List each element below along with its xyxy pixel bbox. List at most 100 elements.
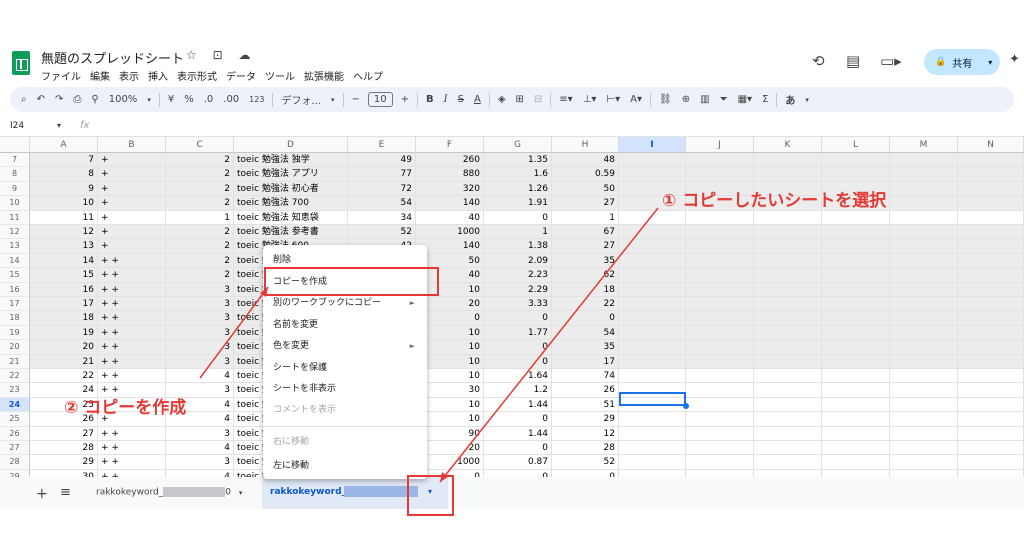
font-size-decrease-icon[interactable]: − <box>347 94 365 105</box>
row-header[interactable]: 28 <box>0 455 30 470</box>
cell[interactable] <box>958 253 1024 269</box>
cell[interactable] <box>890 153 958 168</box>
cell[interactable]: 880 <box>416 167 484 182</box>
cell[interactable]: 62 <box>552 268 619 283</box>
functions-button[interactable]: Σ <box>757 94 773 105</box>
cell[interactable] <box>619 455 686 470</box>
cell[interactable]: 1.44 <box>484 426 552 441</box>
cell[interactable] <box>822 210 890 225</box>
text-color-button[interactable]: A <box>469 94 486 105</box>
sheet-tab[interactable]: rakkokeyword_ 0 ▾ <box>96 487 242 498</box>
share-dropdown-icon[interactable]: ▾ <box>988 58 992 67</box>
cell[interactable]: + <box>98 239 166 254</box>
cell[interactable] <box>958 181 1024 197</box>
cell[interactable] <box>822 426 890 441</box>
context-menu-item[interactable]: コメントを表示 <box>263 400 427 421</box>
cell[interactable]: 4 <box>166 469 234 477</box>
cell[interactable]: 260 <box>416 153 484 168</box>
cell[interactable] <box>822 225 890 240</box>
input-tools-dropdown-icon[interactable]: ▾ <box>800 96 814 104</box>
meet-icon[interactable]: ▭▸ <box>880 52 902 70</box>
cell[interactable]: 0 <box>484 340 552 355</box>
cell[interactable]: 1.6 <box>484 167 552 182</box>
cell[interactable] <box>958 469 1024 477</box>
cell[interactable]: 3 <box>166 282 234 297</box>
cell[interactable] <box>890 455 958 470</box>
row-header[interactable]: 14 <box>0 253 30 269</box>
cell[interactable] <box>686 469 754 477</box>
cell[interactable]: 140 <box>416 196 484 211</box>
cell[interactable]: 7 <box>30 153 98 168</box>
cell[interactable]: 0 <box>484 311 552 326</box>
cell[interactable]: + + <box>98 441 166 456</box>
cell[interactable]: 3 <box>166 426 234 441</box>
cell[interactable] <box>754 282 822 297</box>
row-header[interactable]: 12 <box>0 225 30 240</box>
cell[interactable]: + + <box>98 297 166 312</box>
cell[interactable] <box>686 340 754 355</box>
row-header[interactable]: 21 <box>0 354 30 369</box>
cell[interactable] <box>686 426 754 441</box>
cell[interactable] <box>686 239 754 254</box>
cell[interactable]: toeic 勉強法 知恵袋 <box>234 210 348 225</box>
cell[interactable] <box>890 239 958 254</box>
cell[interactable] <box>619 426 686 441</box>
cell[interactable]: 28 <box>30 441 98 456</box>
cell[interactable] <box>754 340 822 355</box>
cell[interactable] <box>686 268 754 283</box>
decimal-increase-button[interactable]: .00 <box>218 94 244 105</box>
cell[interactable] <box>754 455 822 470</box>
menu-data[interactable]: データ <box>226 68 256 83</box>
cell[interactable]: 4 <box>166 369 234 384</box>
cell[interactable]: 1.35 <box>484 153 552 168</box>
cell[interactable] <box>822 153 890 168</box>
cell[interactable]: 49 <box>348 153 416 168</box>
cell[interactable]: 1 <box>552 210 619 225</box>
cell[interactable]: 13 <box>30 239 98 254</box>
cell[interactable]: 15 <box>30 268 98 283</box>
cell[interactable] <box>890 297 958 312</box>
cell[interactable] <box>619 210 686 225</box>
column-header[interactable]: I <box>619 137 686 153</box>
cell[interactable]: 0 <box>484 441 552 456</box>
cell[interactable]: 12 <box>30 225 98 240</box>
cell[interactable]: + + <box>98 268 166 283</box>
cell[interactable]: + + <box>98 311 166 326</box>
cell[interactable] <box>822 441 890 456</box>
menu-insert[interactable]: 挿入 <box>148 68 168 83</box>
cell[interactable] <box>686 297 754 312</box>
cell[interactable] <box>890 181 958 197</box>
cell[interactable]: 27 <box>552 196 619 211</box>
row-header[interactable]: 20 <box>0 340 30 355</box>
row-header[interactable]: 23 <box>0 383 30 398</box>
redo-icon[interactable]: ↷ <box>50 94 68 105</box>
cell[interactable]: 74 <box>552 369 619 384</box>
cell[interactable]: 1.26 <box>484 181 552 197</box>
cell[interactable] <box>958 325 1024 341</box>
cell[interactable]: 2.09 <box>484 253 552 269</box>
cell[interactable]: 2.29 <box>484 282 552 297</box>
row-header[interactable]: 27 <box>0 441 30 456</box>
cell[interactable] <box>619 282 686 297</box>
sheets-logo-icon[interactable] <box>12 51 30 75</box>
cell[interactable]: 2 <box>166 239 234 254</box>
row-header[interactable]: 10 <box>0 196 30 211</box>
cell[interactable]: 2 <box>166 196 234 211</box>
cell[interactable]: 27 <box>552 239 619 254</box>
cell[interactable] <box>754 268 822 283</box>
cell[interactable] <box>958 297 1024 312</box>
cell[interactable]: 3 <box>166 340 234 355</box>
row-header[interactable]: 19 <box>0 325 30 341</box>
cell[interactable] <box>822 239 890 254</box>
cell[interactable]: 52 <box>552 455 619 470</box>
column-header[interactable]: H <box>552 137 619 153</box>
cell[interactable]: + + <box>98 469 166 477</box>
chart-icon[interactable]: ▥ <box>695 94 714 105</box>
cell[interactable] <box>754 297 822 312</box>
bold-button[interactable]: B <box>421 94 439 105</box>
text-wrap-icon[interactable]: ⊢▾ <box>601 94 625 105</box>
cell[interactable] <box>958 426 1024 441</box>
cell[interactable] <box>754 325 822 341</box>
cell[interactable]: toeic 勉強法 初心者 <box>234 181 348 197</box>
cell[interactable]: 1 <box>484 225 552 240</box>
